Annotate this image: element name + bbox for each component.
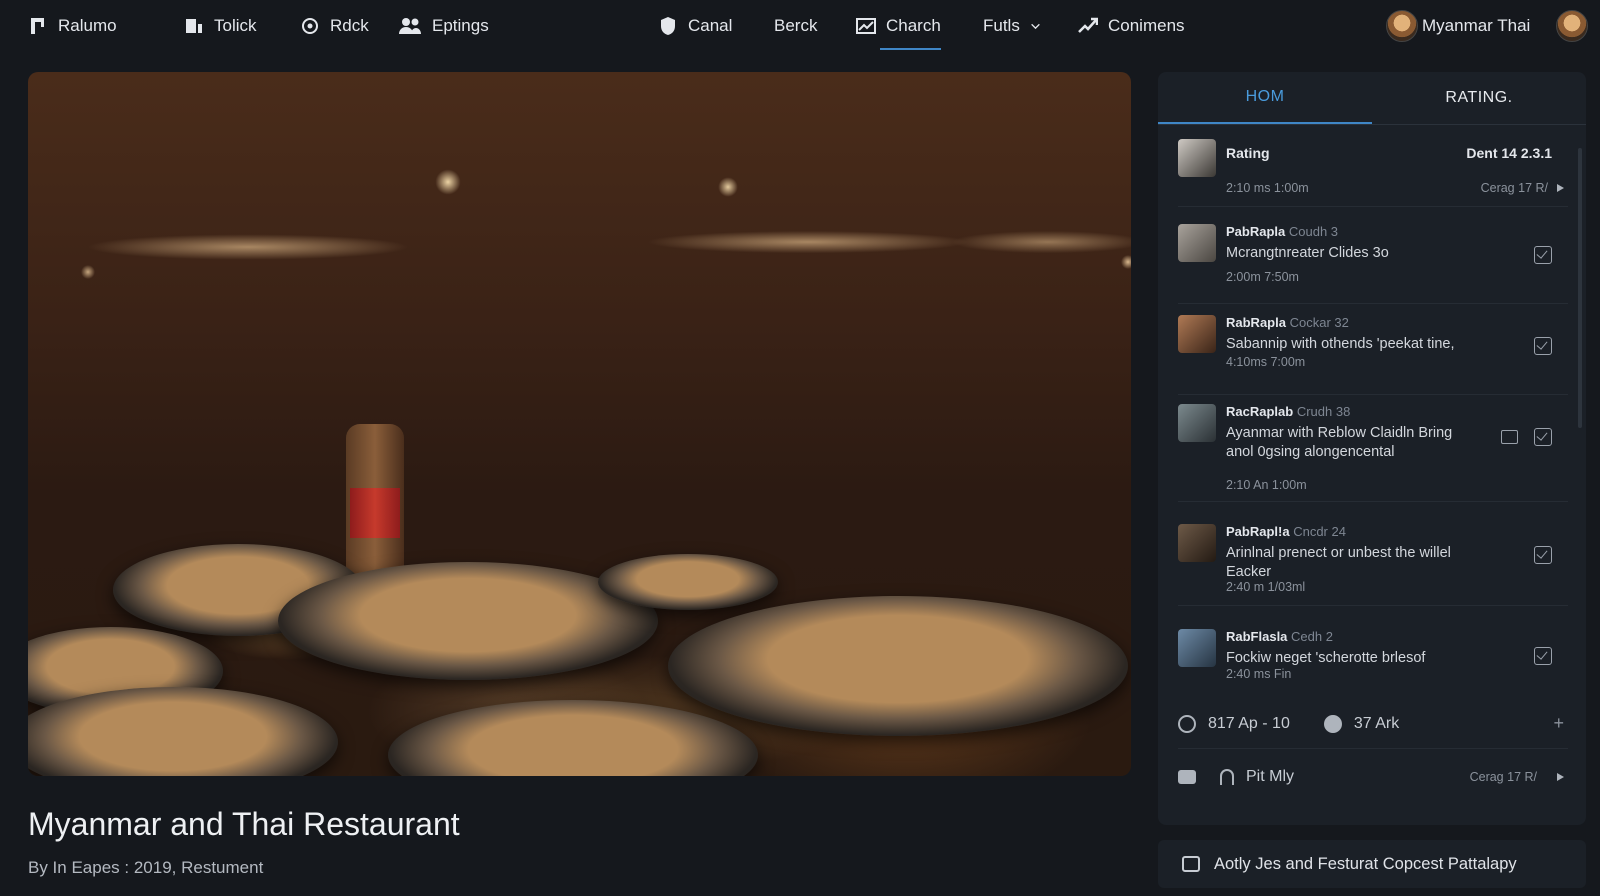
avatar xyxy=(1178,524,1216,562)
plate-graphic xyxy=(598,554,778,610)
badge-icon xyxy=(302,18,318,34)
avatar xyxy=(1178,224,1216,262)
avatar xyxy=(1178,629,1216,667)
edit-check-icon[interactable] xyxy=(1534,647,1552,665)
user-avatar xyxy=(1386,10,1418,42)
nav-item-rdck[interactable]: Rdck xyxy=(300,0,369,52)
byline: By In Eapes : 2019, Restument xyxy=(28,858,264,877)
views-icon xyxy=(1178,714,1196,733)
comment-row[interactable]: RabRapla Cockar 32 Sabannip with othends… xyxy=(1178,315,1568,395)
player-meta: Cerag 17 R/ xyxy=(1469,770,1537,784)
nav-item-eptings[interactable]: Eptings xyxy=(398,0,489,52)
comment-author: PabRapl!a Cncdr 24 xyxy=(1226,524,1346,539)
comment-text: Fockiw neget 'scherotte brlesof xyxy=(1226,650,1426,666)
map-icon[interactable] xyxy=(1178,770,1196,784)
tab-rating[interactable]: RATING. xyxy=(1372,72,1586,124)
play-icon[interactable] xyxy=(1557,773,1564,781)
avatar xyxy=(1178,139,1216,177)
rating-meta: 2:10 ms 1:00m xyxy=(1226,181,1309,195)
plate-graphic xyxy=(388,700,758,776)
comments-icon xyxy=(1323,714,1342,733)
comment-author: RabFlasla Cedh 2 xyxy=(1226,629,1333,644)
comment-row[interactable]: RabFlasla Cedh 2 Fockiw neget 'scherotte… xyxy=(1178,629,1568,699)
player-label: Pit Mly xyxy=(1246,768,1294,785)
rating-meta-right: Cerag 17 R/ xyxy=(1480,181,1548,195)
comment-meta: 4:10ms 7:00m xyxy=(1226,355,1306,369)
nav-item-berck[interactable]: Berck xyxy=(774,0,817,52)
line-chart-icon xyxy=(856,18,876,34)
profile-avatar xyxy=(1556,10,1588,42)
play-icon[interactable] xyxy=(1557,184,1564,192)
trend-icon xyxy=(1078,17,1098,33)
nav-label: Conimens xyxy=(1108,16,1185,35)
comment-row[interactable]: PabRapla Coudh 3 Mcrangtnreater Clides 3… xyxy=(1178,224,1568,304)
plate-graphic xyxy=(668,596,1128,736)
nav-label: Charch xyxy=(886,16,941,35)
edit-check-icon[interactable] xyxy=(1534,428,1552,446)
promo-label: Aotly Jes and Festurat Copcest Pattalapy xyxy=(1214,854,1517,873)
brand-logo[interactable]: Ralumo xyxy=(28,0,117,52)
chevron-down-icon xyxy=(1031,23,1040,29)
nav-item-charch[interactable]: Charch xyxy=(856,0,941,52)
comment-text: Sabannip with othends 'peekat tine, xyxy=(1226,336,1455,352)
chart-icon xyxy=(186,19,202,33)
rating-date: Dent 14 2.3.1 xyxy=(1466,145,1552,161)
nav-item-futls[interactable]: Futls xyxy=(983,0,1041,52)
page-title: Myanmar and Thai Restaurant xyxy=(28,806,460,842)
edit-check-icon[interactable] xyxy=(1534,337,1552,355)
promo-bar[interactable]: Aotly Jes and Festurat Copcest Pattalapy xyxy=(1158,840,1586,888)
add-icon[interactable]: + xyxy=(1553,713,1564,734)
comment-meta: 2:40 ms Fin xyxy=(1226,667,1292,681)
restaurant-hero-image xyxy=(28,72,1131,776)
comment-text: Arinlnal prenect or unbest the willel Ea… xyxy=(1226,545,1451,580)
comment-text: Mcrangtnreater Clides 3o xyxy=(1226,245,1389,261)
comments-panel: HOM RATING. Rating Dent 14 2.3.1 2:10 ms… xyxy=(1158,72,1586,825)
comment-row[interactable]: RacRaplab Crudh 38 Ayanmar with Reblow C… xyxy=(1178,404,1568,502)
comment-author: RacRaplab Crudh 38 xyxy=(1226,404,1351,419)
nav-label: Canal xyxy=(688,16,733,35)
views-count: 817 Ap - 10 xyxy=(1208,714,1290,732)
stats-bar: 817 Ap - 10 37 Ark + xyxy=(1178,699,1568,749)
avatar xyxy=(1178,404,1216,442)
comment-meta: 2:40 m 1/03ml xyxy=(1226,580,1306,594)
user-name: Myanmar Thai xyxy=(1422,16,1531,35)
nav-label: Berck xyxy=(774,16,818,35)
camera-icon xyxy=(1182,856,1200,872)
audio-player: Pit Mly Cerag 17 R/ xyxy=(1178,762,1568,792)
users-icon xyxy=(399,18,421,34)
scrollbar[interactable] xyxy=(1578,148,1582,428)
panel-tabs: HOM RATING. xyxy=(1158,72,1586,125)
brand-name: Ralumo xyxy=(58,16,117,35)
comment-text: Ayanmar with Reblow Claidln Bring anol 0… xyxy=(1226,425,1453,460)
plate-graphic xyxy=(28,687,338,776)
nav-label: Futls xyxy=(983,16,1020,35)
nav-item-tolick[interactable]: Tolick xyxy=(184,0,257,52)
sauce-bottle-graphic xyxy=(346,424,404,574)
comment-meta: 2:00m 7:50m xyxy=(1226,270,1299,284)
headphones-icon[interactable] xyxy=(1220,769,1234,785)
profile-button[interactable] xyxy=(1556,0,1588,52)
rating-title: Rating xyxy=(1226,145,1270,161)
avatar xyxy=(1178,315,1216,353)
comment-meta: 2:10 An 1:00m xyxy=(1226,478,1307,492)
top-nav: Ralumo Tolick Rdck Eptings Canal Berck C… xyxy=(0,0,1600,52)
comment-row[interactable]: PabRapl!a Cncdr 24 Arinlnal prenect or u… xyxy=(1178,524,1568,606)
nav-label: Tolick xyxy=(214,16,257,35)
user-menu[interactable]: Myanmar Thai xyxy=(1386,0,1530,52)
rating-header-row[interactable]: Rating Dent 14 2.3.1 2:10 ms 1:00m Cerag… xyxy=(1178,139,1568,207)
nav-item-conimens[interactable]: Conimens xyxy=(1078,0,1185,52)
nav-label: Rdck xyxy=(330,16,369,35)
shield-icon xyxy=(661,17,675,35)
comments-count: 37 Ark xyxy=(1353,714,1400,732)
edit-check-icon[interactable] xyxy=(1534,246,1552,264)
brand-icon xyxy=(31,18,44,34)
tab-hom[interactable]: HOM xyxy=(1158,72,1372,124)
nav-item-canal[interactable]: Canal xyxy=(658,0,732,52)
reply-icon[interactable] xyxy=(1501,430,1518,444)
edit-check-icon[interactable] xyxy=(1534,546,1552,564)
comment-author: PabRapla Coudh 3 xyxy=(1226,224,1339,239)
comment-author: RabRapla Cockar 32 xyxy=(1226,315,1349,330)
nav-label: Eptings xyxy=(432,16,489,35)
